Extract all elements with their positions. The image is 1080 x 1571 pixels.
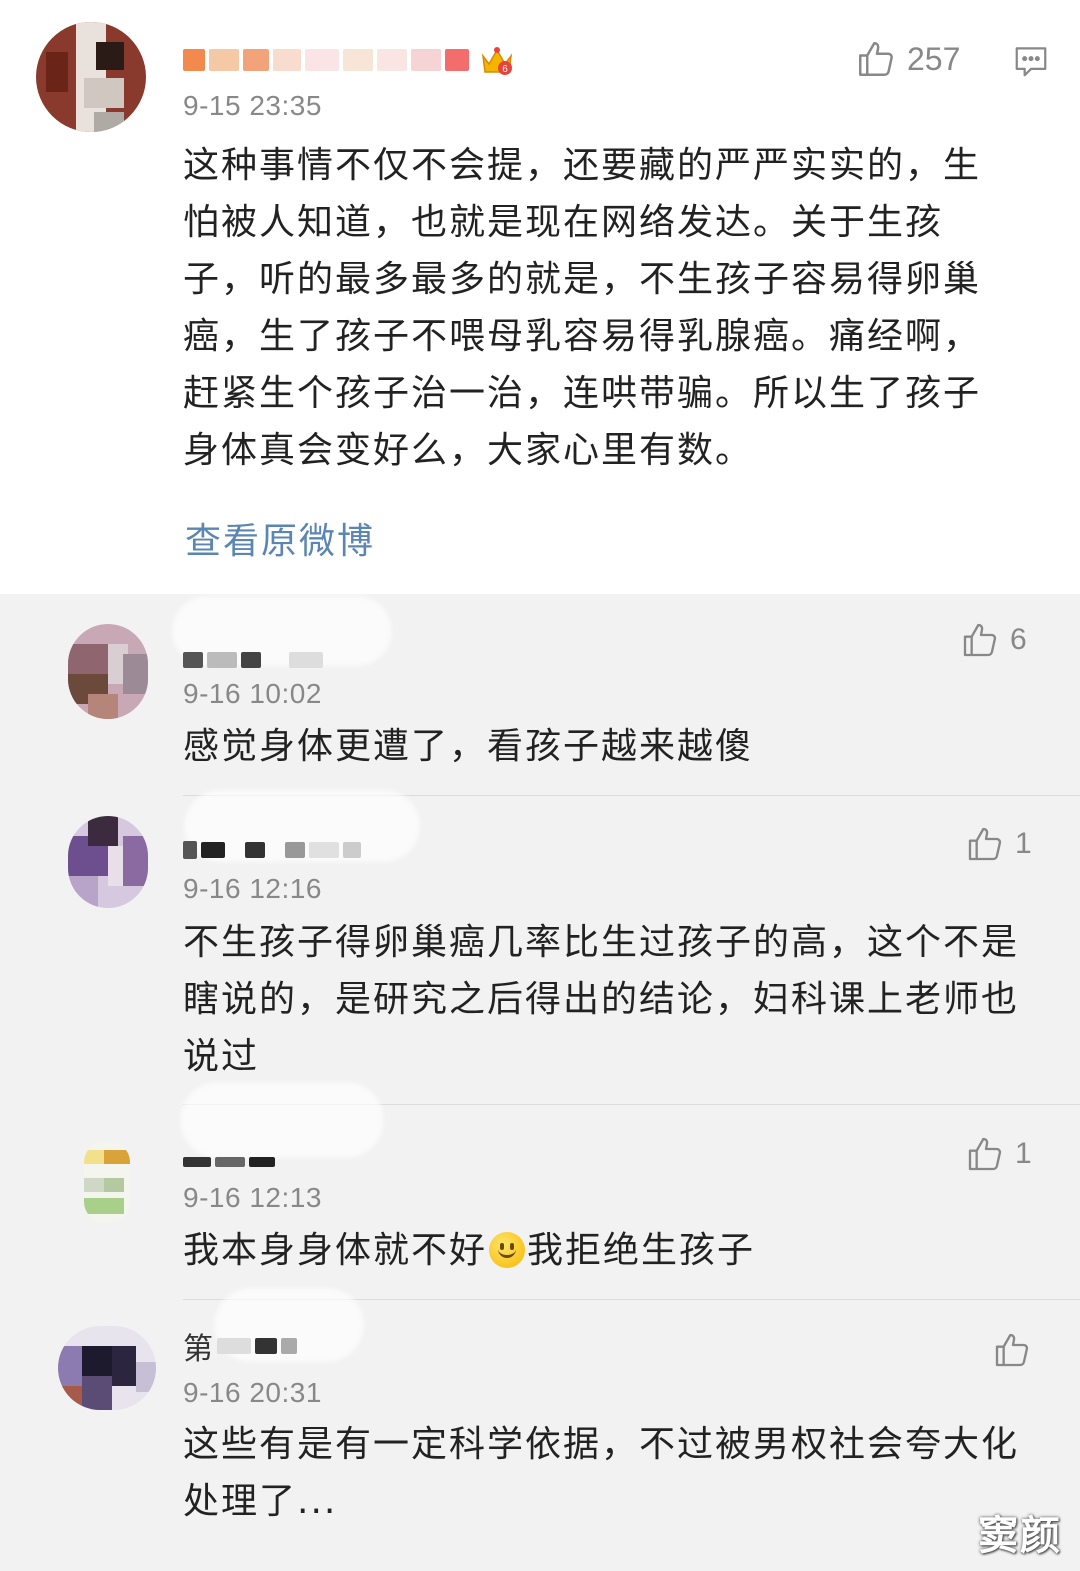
reply-text: 这些有是有一定科学依据，不过被男权社会夸大化 处理了... (183, 1416, 1043, 1530)
text-line: 这种事情不仅不会提，还要藏的严严实实的，生 (183, 145, 982, 186)
username[interactable] (183, 830, 365, 870)
avatar[interactable] (68, 624, 148, 719)
like-button[interactable]: 257 (855, 38, 960, 80)
like-count: 257 (907, 40, 961, 77)
like-count: 1 (1015, 827, 1032, 860)
view-original-post-link[interactable]: 查看原微博 (185, 512, 375, 564)
like-button[interactable]: 1 (965, 1134, 1032, 1174)
reply-text: 感觉身体更遭了，看孩子越来越傻 (183, 718, 1043, 775)
comment-text: 这种事情不仅不会提，还要藏的严严实实的，生 怕被人知道，也就是现在网络发达。关于… (183, 137, 1043, 479)
text-line: 赶紧生个孩子治一治，连哄带骗。所以生了孩子 (183, 373, 982, 414)
avatar[interactable] (84, 1142, 130, 1222)
avatar[interactable] (68, 816, 148, 908)
text-line: 不生孩子得卵巢癌几率比生过孩子的高，这个不是 (183, 922, 1020, 963)
thumbs-up-icon (965, 1134, 1005, 1174)
like-button[interactable]: 1 (965, 824, 1032, 864)
thumbs-up-icon (855, 38, 897, 80)
reply-text: 我本身身体就不好 我拒绝生孩子 (183, 1222, 1043, 1279)
text-line: 处理了... (183, 1481, 338, 1522)
text-line: 癌，生了孩子不喂母乳容易得乳腺癌。痛经啊， (183, 316, 982, 357)
username-visible: 第 (183, 1332, 213, 1367)
watermark: 窦颜 (978, 1512, 1062, 1559)
thumbs-up-icon (965, 824, 1005, 864)
username[interactable] (183, 640, 327, 680)
like-button[interactable] (992, 1330, 1042, 1370)
text-line: 瞎说的，是研究之后得出的结论，妇科课上老师也 (183, 979, 1020, 1020)
reply-time: 9-16 12:13 (183, 1182, 322, 1213)
thumbs-up-icon (960, 620, 1000, 660)
replies-section: 9-16 10:02 6 感觉身体更遭了，看孩子越来越傻 9-16 12:16 … (0, 594, 1080, 1571)
comment-time: 9-15 23:35 (183, 90, 322, 121)
like-count: 1 (1015, 1137, 1032, 1170)
avatar[interactable] (36, 22, 146, 132)
username[interactable] (183, 1142, 279, 1182)
text-line: 感觉身体更遭了，看孩子越来越傻 (183, 726, 754, 767)
username[interactable]: 6 (183, 40, 515, 80)
text-line: 怕被人知道，也就是现在网络发达。关于生孩 (183, 202, 944, 243)
comment-icon[interactable] (1012, 42, 1050, 84)
username-redacted (183, 1157, 211, 1167)
main-comment: 6 9-15 23:35 257 这种事情不仅不会提，还要藏的严严实实的，生 怕… (0, 0, 1080, 594)
username[interactable]: 第 (183, 1326, 301, 1367)
reply-time: 9-16 10:02 (183, 678, 322, 709)
reply-time: 9-16 20:31 (183, 1377, 322, 1408)
crown-badge-icon: 6 (479, 42, 515, 78)
avatar[interactable] (58, 1326, 156, 1410)
thumbs-up-icon (992, 1330, 1032, 1370)
text-line: 身体真会变好么，大家心里有数。 (183, 430, 754, 471)
text-line: 这些有是有一定科学依据，不过被男权社会夸大化 (183, 1424, 1020, 1465)
text-line: 说过 (183, 1036, 260, 1077)
svg-text:6: 6 (502, 64, 508, 75)
text-segment: 我本身身体就不好 (183, 1230, 488, 1271)
smile-emoji-icon (489, 1232, 526, 1268)
username-redacted (183, 841, 197, 859)
text-segment: 我拒绝生孩子 (527, 1230, 756, 1271)
like-button[interactable]: 6 (960, 620, 1027, 660)
username-redacted (183, 652, 203, 668)
reply-text: 不生孩子得卵巢癌几率比生过孩子的高，这个不是 瞎说的，是研究之后得出的结论，妇科… (183, 914, 1043, 1085)
username-redacted (217, 1338, 251, 1354)
like-count: 6 (1010, 623, 1027, 656)
reply-time: 9-16 12:16 (183, 873, 322, 904)
username-redacted (183, 49, 205, 71)
text-line: 子，听的最多最多的就是，不生孩子容易得卵巢 (183, 259, 982, 300)
